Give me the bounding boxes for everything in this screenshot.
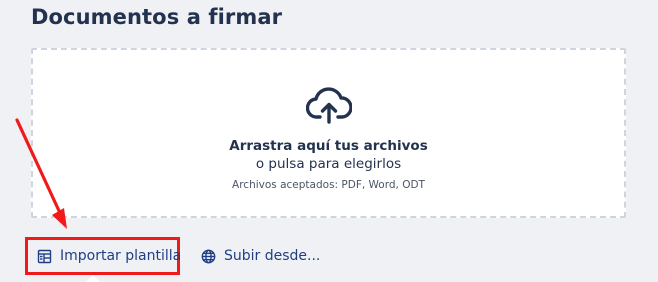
dropzone-accepted-formats: Archivos aceptados: PDF, Word, ODT — [232, 179, 425, 191]
dropzone-sub-text: o pulsa para elegirlos — [255, 156, 402, 172]
cloud-upload-icon — [305, 87, 352, 124]
dropzone-main-text: Arrastra aquí tus archivos — [229, 138, 428, 154]
page-title: Documentos a firmar — [31, 5, 283, 29]
import-template-button[interactable]: Importar plantilla — [25, 237, 182, 275]
template-icon — [37, 249, 52, 264]
file-dropzone[interactable]: Arrastra aquí tus archivos o pulsa para … — [31, 48, 626, 218]
globe-icon — [201, 249, 216, 264]
import-template-label: Importar plantilla — [60, 248, 182, 264]
upload-from-label: Subir desde... — [224, 248, 321, 264]
upload-from-button[interactable]: Subir desde... — [201, 237, 320, 275]
tooltip-notch — [86, 275, 100, 282]
